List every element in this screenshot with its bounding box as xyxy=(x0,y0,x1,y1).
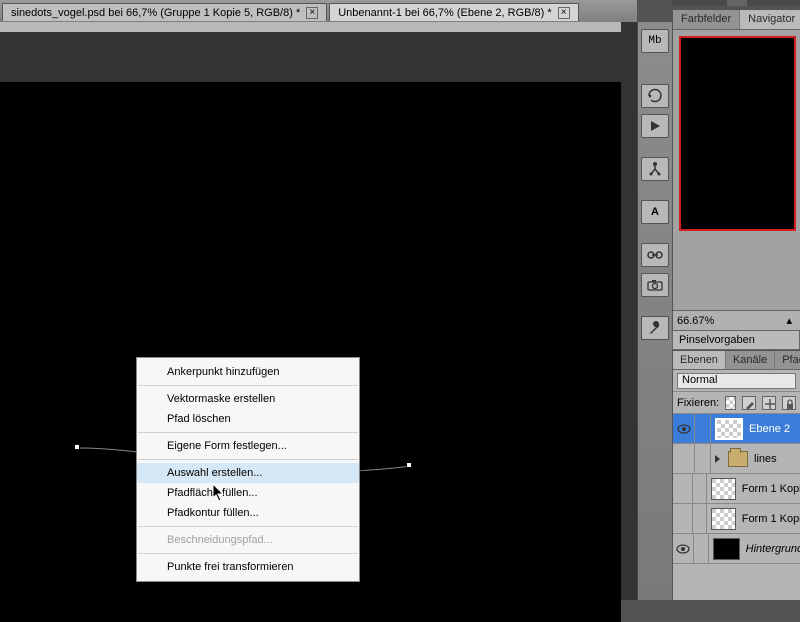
document-tab-0[interactable]: sinedots_vogel.psd bei 66,7% (Gruppe 1 K… xyxy=(2,3,327,21)
lock-brush-icon[interactable] xyxy=(742,396,756,410)
menu-define-custom-shape[interactable]: Eigene Form festlegen... xyxy=(137,436,359,456)
layer-thumbnail[interactable] xyxy=(713,538,740,560)
blend-mode-select[interactable]: Normal xyxy=(677,373,796,389)
menu-add-anchor[interactable]: Ankerpunkt hinzufügen xyxy=(137,362,359,382)
eye-icon[interactable] xyxy=(673,474,693,503)
tab-navigator[interactable]: Navigator xyxy=(740,10,800,29)
lock-transparency-icon[interactable] xyxy=(725,396,736,410)
branch-icon[interactable] xyxy=(641,157,669,181)
wrench-icon[interactable] xyxy=(641,316,669,340)
path-context-menu: Ankerpunkt hinzufügen Vektormaske erstel… xyxy=(136,357,360,582)
tool-options-strip: Mb A xyxy=(637,22,672,600)
document-tab-label: sinedots_vogel.psd bei 66,7% (Gruppe 1 K… xyxy=(11,7,300,19)
document-tab-label: Unbenannt-1 bei 66,7% (Ebene 2, RGB/8) * xyxy=(338,7,551,19)
layer-row[interactable]: Form 1 Kopie xyxy=(673,504,800,534)
lock-label: Fixieren: xyxy=(677,397,719,409)
play-icon[interactable] xyxy=(641,114,669,138)
tab-channels[interactable]: Kanäle xyxy=(726,351,775,369)
document-tab-1[interactable]: Unbenannt-1 bei 66,7% (Ebene 2, RGB/8) *… xyxy=(329,3,578,21)
navigator-preview[interactable] xyxy=(679,36,796,231)
lock-move-icon[interactable] xyxy=(762,396,776,410)
menu-stroke-path[interactable]: Pfadkontur füllen... xyxy=(137,503,359,523)
link-icon[interactable] xyxy=(641,243,669,267)
menu-separator xyxy=(138,526,358,527)
mouse-cursor xyxy=(213,484,227,507)
layer-name[interactable]: Form 1 Kopie xyxy=(742,483,800,495)
text-icon[interactable]: A xyxy=(641,200,669,224)
eye-icon[interactable] xyxy=(673,534,694,563)
folder-icon xyxy=(728,451,748,467)
lock-all-icon[interactable] xyxy=(782,396,796,410)
layer-name[interactable]: Hintergrund xyxy=(746,543,800,555)
eye-icon[interactable] xyxy=(673,444,695,473)
layers-panel: Ebenen Kanäle Pfade Normal Fixieren: Ebe… xyxy=(672,351,800,600)
menu-fill-path[interactable]: Pfadfläche füllen... xyxy=(137,483,359,503)
close-icon[interactable]: × xyxy=(306,7,318,19)
eye-icon[interactable] xyxy=(673,504,693,533)
menu-create-vector-mask[interactable]: Vektormaske erstellen xyxy=(137,389,359,409)
zoom-out-icon[interactable]: ▴ xyxy=(786,314,792,327)
history-icon[interactable] xyxy=(641,84,669,108)
menu-delete-path[interactable]: Pfad löschen xyxy=(137,409,359,429)
navigator-panel: Farbfelder Navigator 66.67% ▴ xyxy=(672,10,800,330)
mb-icon[interactable]: Mb xyxy=(641,29,669,53)
eye-icon[interactable] xyxy=(673,414,695,443)
layer-thumbnail[interactable] xyxy=(715,418,743,440)
menu-free-transform-points[interactable]: Punkte frei transformieren xyxy=(137,557,359,577)
layer-row[interactable]: Form 1 Kopie xyxy=(673,474,800,504)
layer-name[interactable]: lines xyxy=(754,453,777,465)
document-chrome-top xyxy=(0,22,621,32)
layer-name[interactable]: Ebene 2 xyxy=(749,423,790,435)
menu-separator xyxy=(138,432,358,433)
menu-make-selection[interactable]: Auswahl erstellen... xyxy=(137,463,359,483)
folder-toggle-icon[interactable] xyxy=(715,455,720,463)
menu-clipping-path: Beschneidungspfad... xyxy=(137,530,359,550)
layer-row[interactable]: Ebene 2 xyxy=(673,414,800,444)
blend-mode-value: Normal xyxy=(682,374,717,386)
brush-presets-label: Pinselvorgaben xyxy=(679,334,755,346)
tab-layers[interactable]: Ebenen xyxy=(673,351,726,369)
layer-thumbnail[interactable] xyxy=(711,508,736,530)
layer-row[interactable]: Hintergrund xyxy=(673,534,800,564)
lock-row: Fixieren: xyxy=(673,392,800,414)
tab-paths[interactable]: Pfade xyxy=(775,351,800,369)
zoom-value[interactable]: 66.67% xyxy=(677,315,714,327)
menu-separator xyxy=(138,553,358,554)
close-icon[interactable]: × xyxy=(558,7,570,19)
layer-row[interactable]: lines xyxy=(673,444,800,474)
anchor-point[interactable] xyxy=(406,462,412,468)
layer-name[interactable]: Form 1 Kopie xyxy=(742,513,800,525)
layer-thumbnail[interactable] xyxy=(711,478,736,500)
panel-collapse-bar[interactable] xyxy=(672,0,800,6)
tab-swatches[interactable]: Farbfelder xyxy=(673,10,740,29)
camera-icon[interactable] xyxy=(641,273,669,297)
document-tab-bar: sinedots_vogel.psd bei 66,7% (Gruppe 1 K… xyxy=(0,0,637,22)
brush-presets-strip[interactable]: Pinselvorgaben xyxy=(672,330,800,350)
anchor-point[interactable] xyxy=(74,444,80,450)
menu-separator xyxy=(138,385,358,386)
menu-separator xyxy=(138,459,358,460)
layer-list: Ebene 2 lines Form 1 Kopie Form 1 Kopie … xyxy=(673,414,800,564)
